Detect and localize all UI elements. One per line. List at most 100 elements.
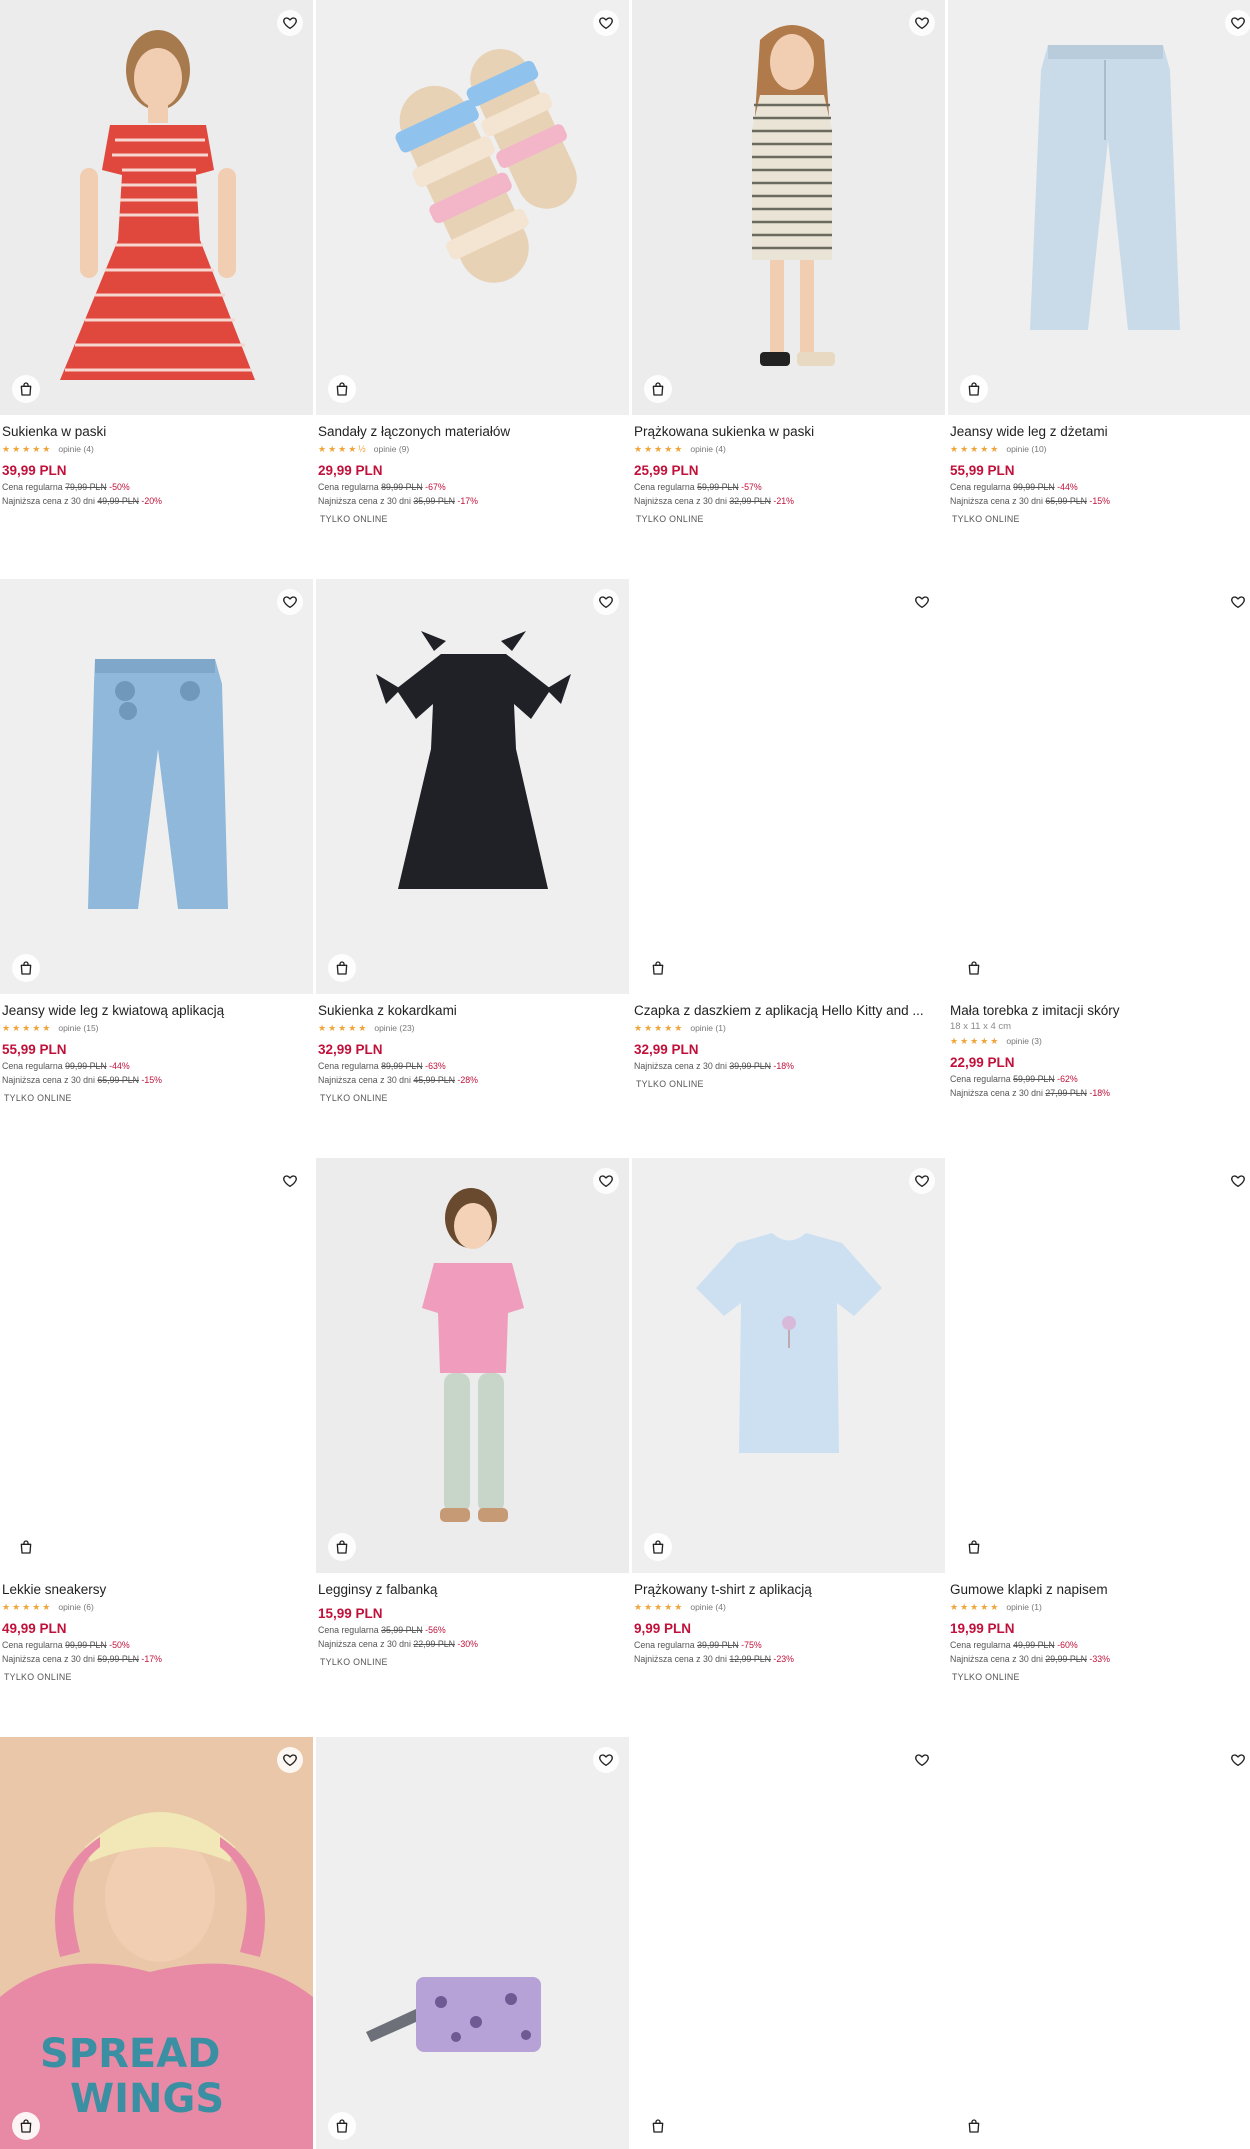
lowest-price: 27,99 PLN: [1045, 1088, 1087, 1098]
product-title[interactable]: Prążkowana sukienka w paski: [634, 423, 943, 440]
online-only-badge: TYLKO ONLINE: [320, 1657, 388, 1667]
add-to-cart-bag-icon[interactable]: [328, 2112, 356, 2140]
product-title[interactable]: Sukienka w paski: [2, 423, 311, 440]
regular-price-line: Cena regularna 99,99 PLN -50%: [2, 1640, 311, 1651]
wishlist-heart-icon[interactable]: [593, 589, 619, 615]
add-to-cart-bag-icon[interactable]: [644, 375, 672, 403]
product-title[interactable]: Legginsy z falbanką: [318, 1581, 627, 1598]
product-card[interactable]: [316, 1737, 629, 2149]
product-title[interactable]: Mała torebka z imitacji skóry: [950, 1002, 1250, 1019]
product-title[interactable]: Czapka z daszkiem z aplikacją Hello Kitt…: [634, 1002, 943, 1019]
product-image[interactable]: [632, 579, 945, 994]
product-image[interactable]: [0, 1158, 313, 1573]
review-count: opinie (4): [690, 444, 726, 454]
product-image[interactable]: SPREAD WINGS: [0, 1737, 313, 2149]
product-image[interactable]: [0, 579, 313, 994]
add-to-cart-bag-icon[interactable]: [12, 954, 40, 982]
wishlist-heart-icon[interactable]: [1225, 10, 1250, 36]
product-image[interactable]: [948, 1158, 1250, 1573]
add-to-cart-bag-icon[interactable]: [328, 954, 356, 982]
product-image[interactable]: [948, 0, 1250, 415]
product-image[interactable]: [632, 1158, 945, 1573]
rating-stars-icon: ★★★★½: [318, 443, 368, 454]
product-card[interactable]: Sandały z łączonych materiałów ★★★★½ opini…: [316, 0, 629, 524]
product-image[interactable]: [316, 579, 629, 994]
wishlist-heart-icon[interactable]: [909, 1168, 935, 1194]
wishlist-heart-icon[interactable]: [277, 589, 303, 615]
lowest-discount: -18%: [1089, 1088, 1110, 1098]
regular-price-line: Cena regularna 89,99 PLN -67%: [318, 482, 627, 493]
product-card[interactable]: Jeansy wide leg z kwiatową aplikacją ★★★★…: [0, 579, 313, 1103]
add-to-cart-bag-icon[interactable]: [960, 375, 988, 403]
wishlist-heart-icon[interactable]: [1225, 1168, 1250, 1194]
product-info: Legginsy z falbanką 15,99 PLN Cena regular…: [316, 1573, 629, 1667]
online-only-badge: TYLKO ONLINE: [636, 514, 704, 524]
lowest-price-line: Najniższa cena z 30 dni 32,99 PLN -21%: [634, 496, 943, 507]
product-title[interactable]: Jeansy wide leg z dżetami: [950, 423, 1250, 440]
product-card[interactable]: Legginsy z falbanką 15,99 PLN Cena regular…: [316, 1158, 629, 1667]
product-rating: ★★★★½ opinie (9): [318, 443, 627, 455]
add-to-cart-bag-icon[interactable]: [12, 2112, 40, 2140]
current-price: 22,99 PLN: [950, 1055, 1015, 1070]
add-to-cart-bag-icon[interactable]: [328, 1533, 356, 1561]
product-rating: ★★★★★ opinie (1): [634, 1022, 943, 1034]
product-card[interactable]: Sukienka w paski ★★★★★ opinie (4) 39,99 PLN…: [0, 0, 313, 507]
product-image[interactable]: [316, 1158, 629, 1573]
product-image[interactable]: [632, 0, 945, 415]
product-info: Gumowe klapki z napisem ★★★★★ opinie (1) 19…: [948, 1573, 1250, 1682]
wishlist-heart-icon[interactable]: [277, 10, 303, 36]
wishlist-heart-icon[interactable]: [593, 10, 619, 36]
product-card[interactable]: Jeansy wide leg z dżetami ★★★★★ opinie (10…: [948, 0, 1250, 524]
product-card[interactable]: Prążkowany t-shirt z aplikacją ★★★★★ opini…: [632, 1158, 945, 1665]
add-to-cart-bag-icon[interactable]: [12, 1533, 40, 1561]
add-to-cart-bag-icon[interactable]: [644, 2112, 672, 2140]
product-title[interactable]: Lekkie sneakersy: [2, 1581, 311, 1598]
wishlist-heart-icon[interactable]: [1225, 1747, 1250, 1773]
product-image[interactable]: [316, 0, 629, 415]
add-to-cart-bag-icon[interactable]: [328, 375, 356, 403]
product-rating: ★★★★★ opinie (4): [634, 1601, 943, 1613]
wishlist-heart-icon[interactable]: [593, 1168, 619, 1194]
add-to-cart-bag-icon[interactable]: [960, 1533, 988, 1561]
product-image[interactable]: [948, 579, 1250, 994]
add-to-cart-bag-icon[interactable]: [12, 375, 40, 403]
product-card[interactable]: Prążkowana sukienka w paski ★★★★★ opinie (…: [632, 0, 945, 524]
wishlist-heart-icon[interactable]: [593, 1747, 619, 1773]
product-image[interactable]: [632, 1737, 945, 2149]
wishlist-heart-icon[interactable]: [909, 1747, 935, 1773]
product-image[interactable]: [0, 0, 313, 415]
product-image[interactable]: [316, 1737, 629, 2149]
add-to-cart-bag-icon[interactable]: [644, 1533, 672, 1561]
svg-text:SPREAD: SPREAD: [40, 2031, 220, 2077]
product-card[interactable]: Lekkie sneakersy ★★★★★ opinie (6) 49,99 PLN…: [0, 1158, 313, 1682]
product-card[interactable]: SPREAD WINGS: [0, 1737, 313, 2149]
wishlist-heart-icon[interactable]: [909, 589, 935, 615]
wishlist-heart-icon[interactable]: [1225, 589, 1250, 615]
product-card[interactable]: Gumowe klapki z napisem ★★★★★ opinie (1) 19…: [948, 1158, 1250, 1682]
product-title[interactable]: Gumowe klapki z napisem: [950, 1581, 1250, 1598]
add-to-cart-bag-icon[interactable]: [960, 954, 988, 982]
wishlist-heart-icon[interactable]: [909, 10, 935, 36]
product-card[interactable]: [948, 1737, 1250, 2149]
product-title[interactable]: Sandały z łączonych materiałów: [318, 423, 627, 440]
product-title[interactable]: Jeansy wide leg z kwiatową aplikacją: [2, 1002, 311, 1019]
product-card[interactable]: Czapka z daszkiem z aplikacją Hello Kitt…: [632, 579, 945, 1089]
wishlist-heart-icon[interactable]: [277, 1747, 303, 1773]
lowest-price-line: Najniższa cena z 30 dni 35,99 PLN -17%: [318, 496, 627, 507]
lowest-price-line: Najniższa cena z 30 dni 22,99 PLN -30%: [318, 1639, 627, 1650]
rating-stars-icon: ★★★★★: [634, 1601, 685, 1612]
product-title[interactable]: Sukienka z kokardkami: [318, 1002, 627, 1019]
product-rating: ★★★★★ opinie (4): [2, 443, 311, 455]
add-to-cart-bag-icon[interactable]: [644, 954, 672, 982]
regular-price-label: Cena regularna: [634, 1640, 695, 1650]
product-image[interactable]: [948, 1737, 1250, 2149]
product-card[interactable]: Mała torebka z imitacji skóry 18 x 11 x 4…: [948, 579, 1250, 1099]
add-to-cart-bag-icon[interactable]: [960, 2112, 988, 2140]
lowest-price: 29,99 PLN: [1045, 1654, 1087, 1664]
product-title[interactable]: Prążkowany t-shirt z aplikacją: [634, 1581, 943, 1598]
product-card[interactable]: Sukienka z kokardkami ★★★★★ opinie (23) 32,…: [316, 579, 629, 1103]
wishlist-heart-icon[interactable]: [277, 1168, 303, 1194]
product-card[interactable]: [632, 1737, 945, 2149]
current-price: 9,99 PLN: [634, 1621, 692, 1636]
lowest-price-label: Najniższa cena z 30 dni: [950, 1654, 1043, 1664]
